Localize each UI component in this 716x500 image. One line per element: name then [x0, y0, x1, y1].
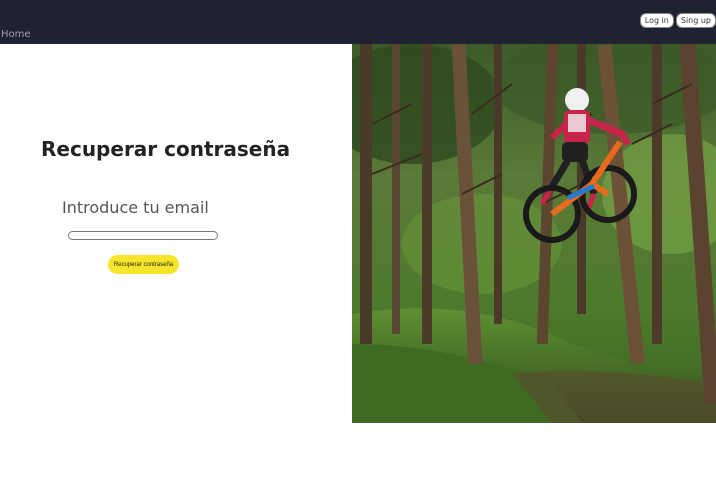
email-field[interactable] [68, 231, 218, 240]
email-label: Introduce tu email [62, 198, 209, 217]
auth-buttons: Log in Sing up [639, 13, 716, 28]
hero-image [352, 44, 716, 423]
recover-password-button[interactable]: Recuperar contraseña [108, 255, 179, 274]
top-navbar: Home Log in Sing up [0, 0, 716, 44]
signup-button[interactable]: Sing up [675, 13, 716, 28]
login-button[interactable]: Log in [639, 13, 674, 28]
page-title: Recuperar contraseña [41, 137, 291, 161]
mountain-bike-photo [352, 44, 716, 423]
home-link[interactable]: Home [1, 29, 31, 40]
password-recovery-panel: Recuperar contraseña Introduce tu email … [0, 44, 352, 423]
